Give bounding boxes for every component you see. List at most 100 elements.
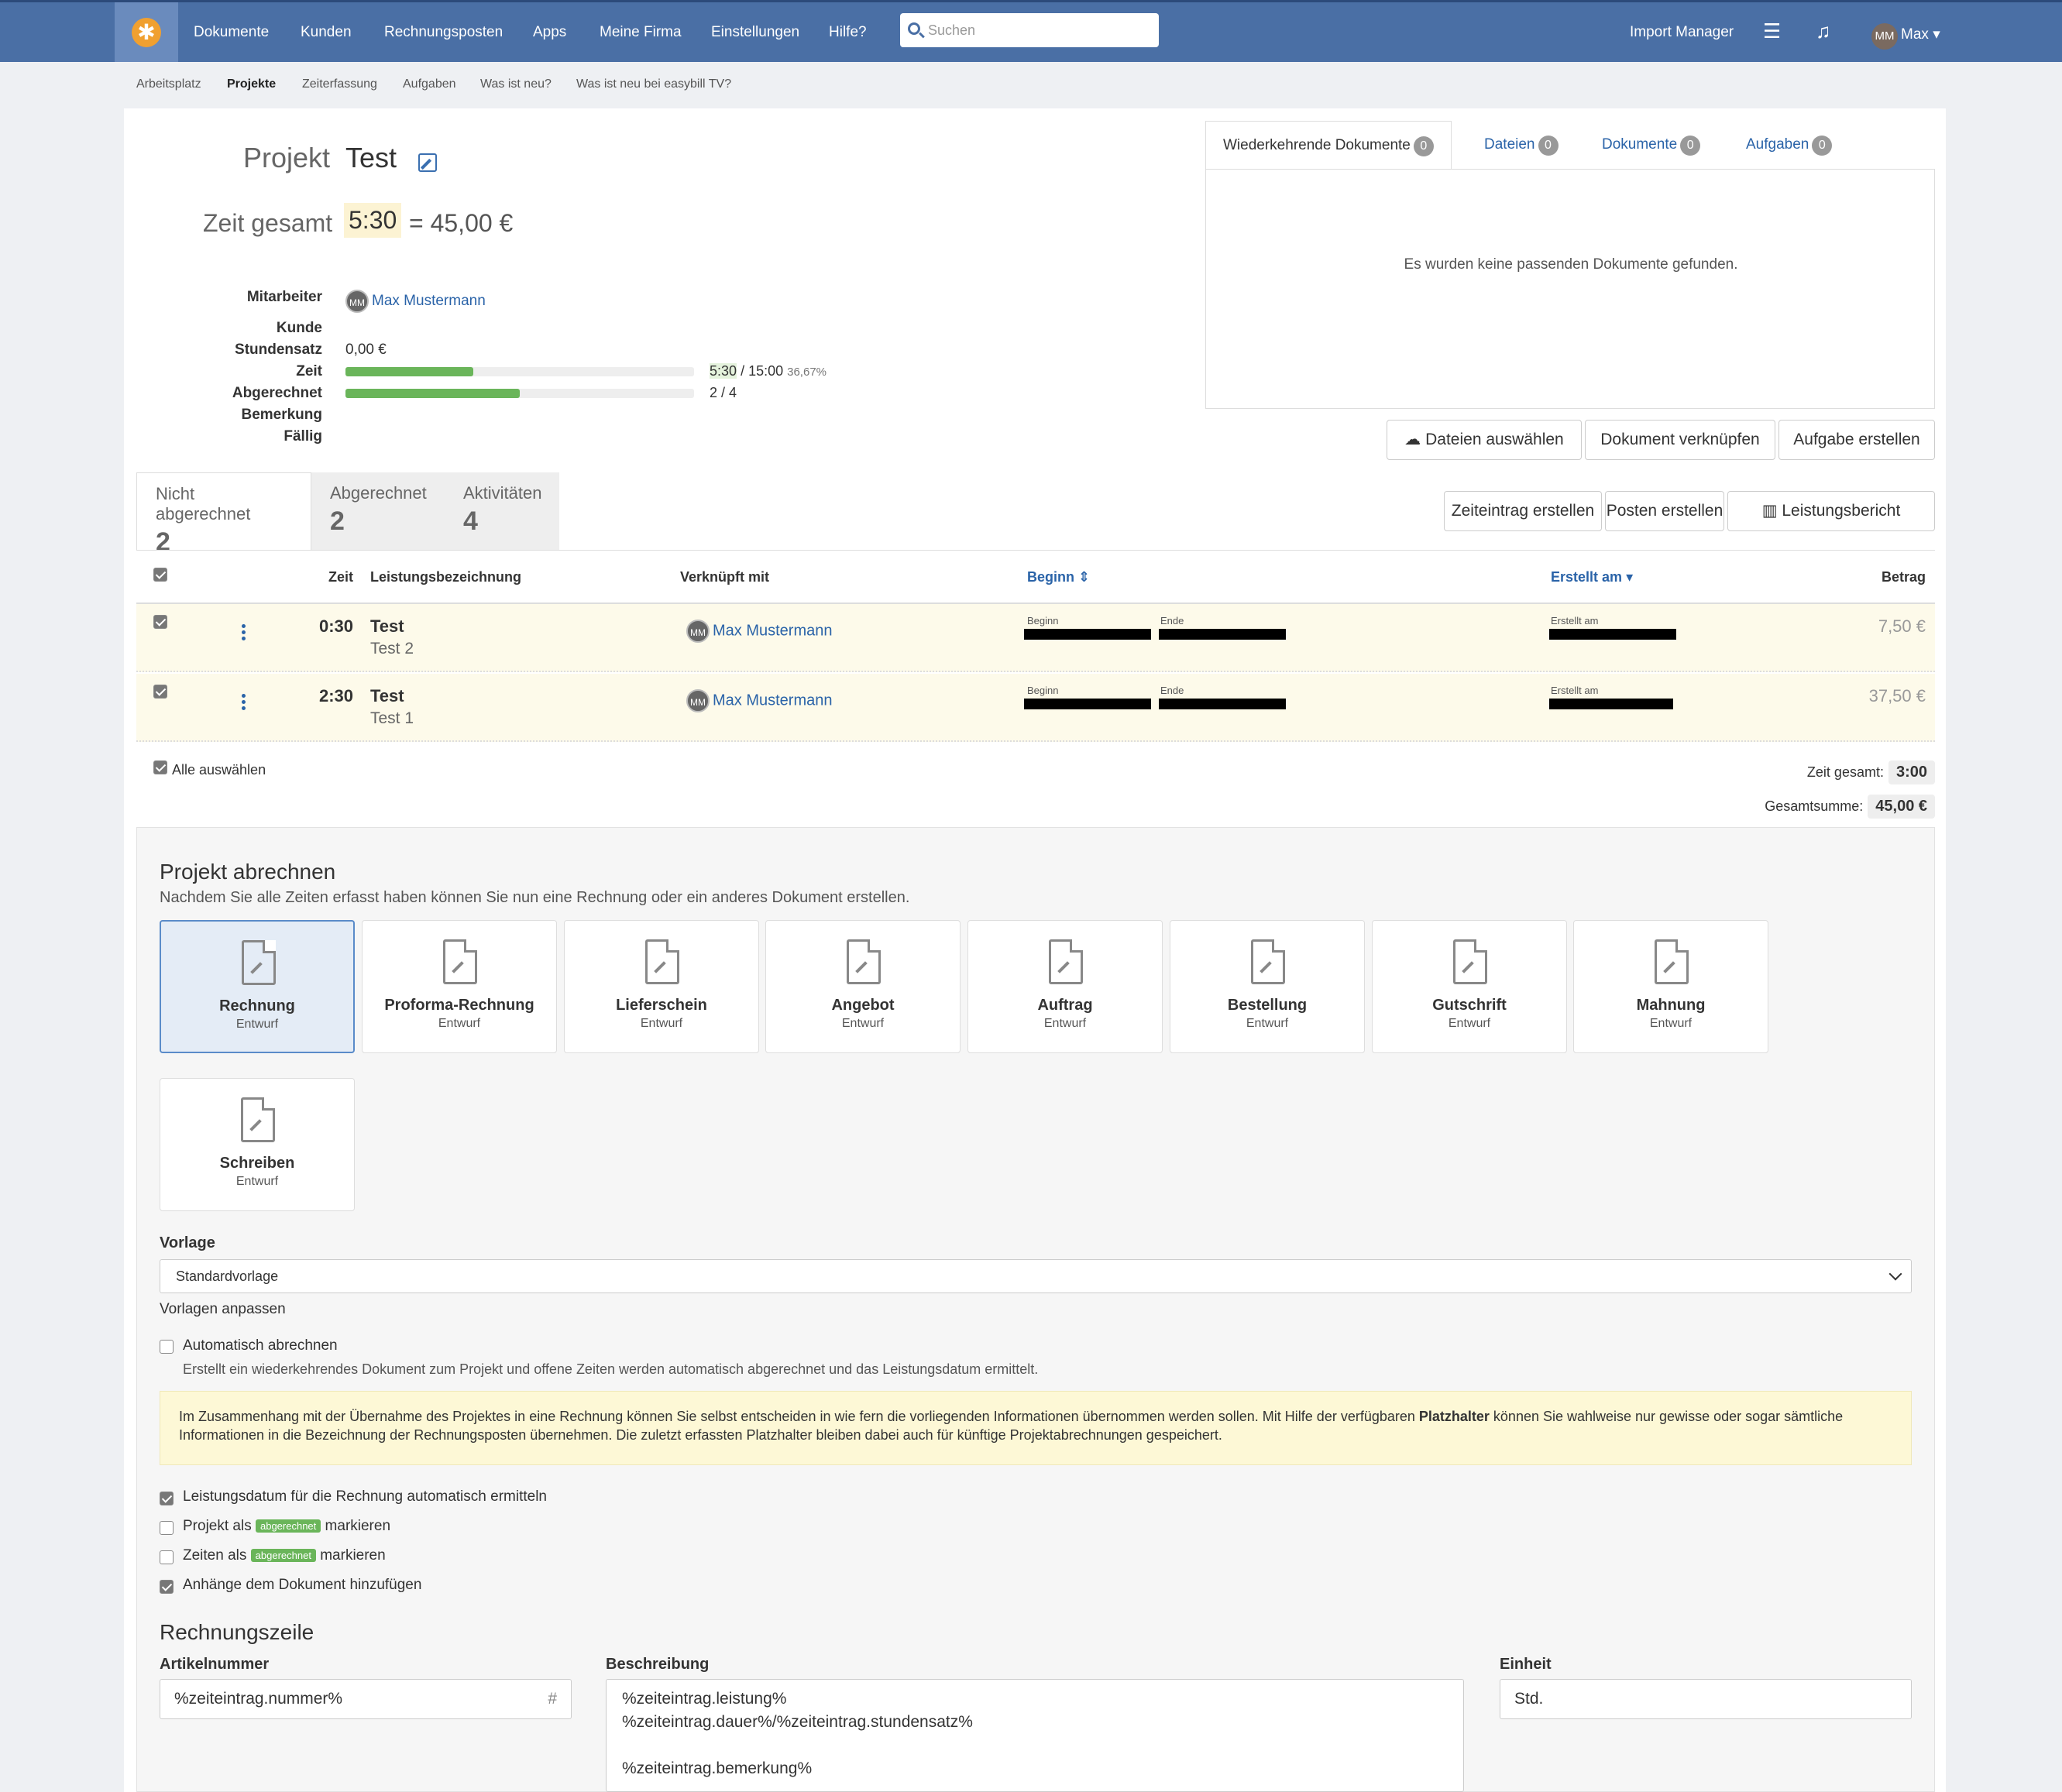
- user-menu[interactable]: Max ▾: [1901, 26, 1940, 43]
- zeiten-abgerechnet-label[interactable]: Zeiten als abgerechnet markieren: [183, 1547, 386, 1564]
- doc-bestellung[interactable]: Bestellung Entwurf: [1170, 920, 1365, 1053]
- count-badge: 0: [1812, 136, 1833, 156]
- redacted-ende: [1159, 629, 1286, 640]
- doc-auftrag[interactable]: Auftrag Entwurf: [967, 920, 1163, 1053]
- projekt-abgerechnet-checkbox[interactable]: [160, 1521, 174, 1535]
- rechnungszeile-title: Rechnungszeile: [160, 1620, 314, 1644]
- mitarbeiter-value[interactable]: MM Max Mustermann: [345, 290, 486, 313]
- leistungsdatum-label[interactable]: Leistungsdatum für die Rechnung automati…: [183, 1488, 547, 1505]
- subnav-zeiterfassung[interactable]: Zeiterfassung: [302, 77, 377, 91]
- row-checkbox[interactable]: [153, 615, 167, 629]
- row-person[interactable]: MM Max Mustermann: [686, 620, 833, 643]
- doc-lieferschein[interactable]: Lieferschein Entwurf: [564, 920, 759, 1053]
- document-edit-icon: [1655, 939, 1689, 984]
- zeit-gesamt-value: 5:30: [344, 203, 402, 238]
- info-notice: Im Zusammenhang mit der Übernahme des Pr…: [160, 1391, 1912, 1465]
- tab-dateien[interactable]: Dateien 0: [1467, 121, 1576, 169]
- anhaenge-label[interactable]: Anhänge dem Dokument hinzufügen: [183, 1577, 421, 1594]
- row-time: 2:30: [319, 686, 354, 705]
- anhaenge-checkbox[interactable]: [160, 1580, 174, 1594]
- tab-abgerechnet[interactable]: Abgerechnet 2: [311, 472, 445, 550]
- auto-abrechnen-hint: Erstellt ein wiederkehrendes Dokument zu…: [183, 1361, 1039, 1377]
- logo[interactable]: ✱: [115, 2, 178, 62]
- ende-label: Ende: [1160, 615, 1184, 627]
- abgerechnet-progress-fill: [345, 389, 520, 398]
- col-zeit: Zeit: [328, 569, 354, 585]
- search-input[interactable]: Suchen: [900, 13, 1159, 47]
- more-vertical-icon[interactable]: [242, 694, 246, 711]
- top-navbar: ✱ Dokumente Kunden Rechnungsposten Apps …: [0, 0, 2062, 62]
- dokument-verknuepfen-button[interactable]: Dokument verknüpfen: [1585, 420, 1775, 460]
- nav-dokumente[interactable]: Dokumente: [194, 24, 269, 41]
- nav-apps[interactable]: Apps: [533, 24, 566, 41]
- user-name: Max: [1901, 26, 1929, 43]
- dateien-auswaehlen-button[interactable]: ☁ Dateien auswählen: [1387, 420, 1582, 460]
- alle-auswaehlen-checkbox[interactable]: [153, 760, 167, 774]
- import-manager-link[interactable]: Import Manager: [1630, 24, 1734, 41]
- more-vertical-icon[interactable]: [242, 624, 246, 641]
- subnav-easybill-tv[interactable]: Was ist neu bei easybill TV?: [576, 77, 731, 91]
- count-badge: 0: [1680, 136, 1701, 156]
- tab-nicht-abgerechnet[interactable]: Nicht abgerechnet 2: [136, 472, 311, 557]
- leistungsbericht-button[interactable]: ▥ Leistungsbericht: [1727, 491, 1935, 531]
- row-person[interactable]: MM Max Mustermann: [686, 689, 833, 712]
- leistungsdatum-checkbox[interactable]: [160, 1492, 174, 1505]
- select-all-checkbox[interactable]: [153, 568, 167, 582]
- row-title: Test: [370, 686, 404, 705]
- doc-rechnung[interactable]: Rechnung Entwurf: [160, 920, 355, 1053]
- search-icon: [908, 22, 920, 35]
- artikelnummer-input[interactable]: %zeiteintrag.nummer% #: [160, 1679, 572, 1719]
- abgerechnet-label: Abgerechnet: [232, 385, 322, 401]
- auto-abrechnen-label[interactable]: Automatisch abrechnen: [183, 1337, 338, 1354]
- doc-proforma[interactable]: Proforma-Rechnung Entwurf: [362, 920, 557, 1053]
- sort-icon: ⇕: [1078, 569, 1091, 585]
- doc-gutschrift[interactable]: Gutschrift Entwurf: [1372, 920, 1567, 1053]
- vorlage-select[interactable]: Standardvorlage: [160, 1259, 1912, 1293]
- subnav-neu[interactable]: Was ist neu?: [480, 77, 552, 91]
- zeiteintrag-erstellen-button[interactable]: Zeiteintrag erstellen: [1444, 491, 1602, 531]
- stundensatz-value: 0,00 €: [345, 342, 387, 358]
- nav-rechnungsposten[interactable]: Rechnungsposten: [384, 24, 503, 41]
- zeit-gesamt-label: Zeit gesamt: [203, 209, 333, 237]
- col-erstellt[interactable]: Erstellt am ▾: [1551, 569, 1633, 585]
- star-logo-icon: ✱: [132, 17, 161, 47]
- doc-mahnung[interactable]: Mahnung Entwurf: [1573, 920, 1768, 1053]
- tab-aktivitaeten[interactable]: Aktivitäten 4: [445, 472, 559, 550]
- zeiten-abgerechnet-checkbox[interactable]: [160, 1550, 174, 1564]
- col-beginn[interactable]: Beginn ⇕: [1027, 569, 1090, 585]
- tab-aufgaben[interactable]: Aufgaben 0: [1729, 121, 1849, 169]
- abgerechnet-progress-bar: [345, 389, 694, 398]
- gesamtsumme-summary: Gesamtsumme: 45,00 €: [1765, 795, 1935, 819]
- bell-icon[interactable]: ♫: [1816, 19, 1831, 43]
- edit-icon[interactable]: [418, 153, 437, 172]
- task-list-icon[interactable]: ☰: [1763, 19, 1781, 43]
- tab-dokumente[interactable]: Dokumente 0: [1585, 121, 1717, 169]
- einheit-label: Einheit: [1500, 1656, 1552, 1673]
- zeit-progress-fill: [345, 367, 473, 376]
- mitarbeiter-link[interactable]: Max Mustermann: [372, 293, 486, 309]
- nav-hilfe[interactable]: Hilfe?: [829, 24, 867, 41]
- beschreibung-textarea[interactable]: %zeiteintrag.leistung% %zeiteintrag.daue…: [606, 1679, 1464, 1792]
- nav-meine-firma[interactable]: Meine Firma: [600, 24, 682, 41]
- nav-kunden[interactable]: Kunden: [301, 24, 352, 41]
- alle-auswaehlen-label[interactable]: Alle auswählen: [172, 762, 266, 778]
- table-row[interactable]: 0:30 Test Test 2 MM Max Mustermann Beginn…: [136, 604, 1935, 672]
- table-row[interactable]: 2:30 Test Test 1 MM Max Mustermann Beginn…: [136, 674, 1935, 742]
- vorlagen-anpassen-link[interactable]: Vorlagen anpassen: [160, 1301, 286, 1318]
- auto-abrechnen-checkbox[interactable]: [160, 1340, 174, 1354]
- subnav-projekte[interactable]: Projekte: [227, 77, 276, 91]
- posten-erstellen-button[interactable]: Posten erstellen: [1605, 491, 1724, 531]
- doc-schreiben[interactable]: Schreiben Entwurf: [160, 1078, 355, 1211]
- zeit-gesamt-amount: = 45,00 €: [409, 209, 514, 237]
- aufgabe-erstellen-button[interactable]: Aufgabe erstellen: [1778, 420, 1935, 460]
- nav-einstellungen[interactable]: Einstellungen: [711, 24, 799, 41]
- doc-angebot[interactable]: Angebot Entwurf: [765, 920, 961, 1053]
- subnav-arbeitsplatz[interactable]: Arbeitsplatz: [136, 77, 201, 91]
- tab-wiederkehrende-dokumente[interactable]: Wiederkehrende Dokumente 0: [1205, 121, 1452, 169]
- row-checkbox[interactable]: [153, 685, 167, 699]
- projekt-abgerechnet-label[interactable]: Projekt als abgerechnet markieren: [183, 1518, 390, 1535]
- subnav-aufgaben[interactable]: Aufgaben: [403, 77, 456, 91]
- user-avatar[interactable]: MM: [1871, 23, 1898, 50]
- document-edit-icon: [1453, 939, 1487, 984]
- einheit-input[interactable]: Std.: [1500, 1679, 1912, 1719]
